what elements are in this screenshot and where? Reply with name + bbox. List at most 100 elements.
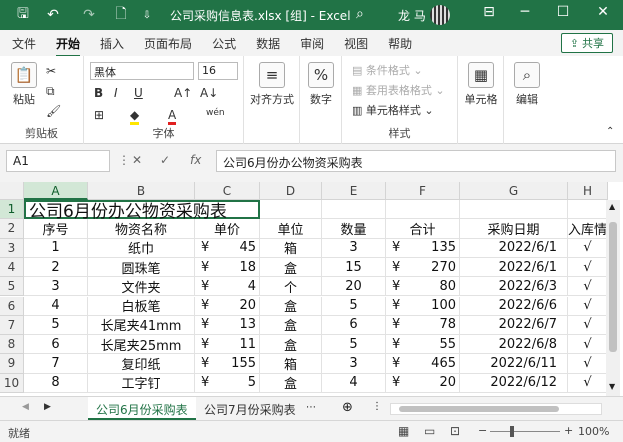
number-format-button[interactable]: % 数字 bbox=[304, 62, 338, 107]
share-button[interactable]: ⇪ 共享 bbox=[560, 33, 613, 53]
select-all-corner[interactable] bbox=[0, 182, 24, 200]
customize-toolbar-icon[interactable]: ⇩ bbox=[136, 4, 158, 26]
table-cell[interactable]: ¥5 bbox=[195, 373, 260, 393]
sheet-more-icon[interactable]: ⋯ bbox=[306, 402, 316, 413]
italic-button[interactable]: I bbox=[114, 86, 118, 100]
table-cell[interactable]: √ bbox=[568, 296, 608, 316]
column-title-cell[interactable]: 合计 bbox=[386, 219, 460, 239]
paste-button[interactable]: 📋 粘贴 bbox=[8, 62, 40, 107]
restore-icon[interactable]: ☐ bbox=[548, 4, 578, 20]
table-cell[interactable]: 纸巾 bbox=[88, 238, 195, 258]
zoom-level[interactable]: 100% bbox=[578, 425, 609, 438]
underline-button[interactable]: U bbox=[134, 86, 143, 100]
table-cell[interactable]: 5 bbox=[322, 335, 386, 355]
table-cell[interactable]: ¥18 bbox=[195, 257, 260, 278]
table-cell[interactable]: 15 bbox=[322, 257, 386, 278]
table-cell[interactable]: 2022/6/11 bbox=[460, 354, 568, 374]
table-cell[interactable]: √ bbox=[568, 257, 608, 278]
page-layout-view-icon[interactable]: ▭ bbox=[424, 424, 435, 438]
sheet-prev-icon[interactable]: ◀ bbox=[22, 402, 29, 412]
table-cell[interactable]: 2022/6/1 bbox=[460, 238, 568, 258]
scroll-up-icon[interactable]: ▲ bbox=[609, 202, 615, 211]
row-header-2[interactable]: 2 bbox=[0, 219, 24, 239]
tab-data[interactable]: 数据 bbox=[256, 35, 280, 52]
align-button[interactable]: ≡ 对齐方式 bbox=[246, 62, 298, 107]
column-header-f[interactable]: F bbox=[386, 182, 460, 200]
table-cell[interactable]: 2 bbox=[24, 257, 88, 278]
table-cell[interactable]: 盒 bbox=[260, 315, 322, 336]
table-cell[interactable]: ¥45 bbox=[195, 238, 260, 258]
table-cell[interactable]: ¥11 bbox=[195, 335, 260, 355]
table-cell[interactable]: 个 bbox=[260, 277, 322, 297]
table-cell[interactable]: √ bbox=[568, 277, 608, 297]
format-painter-icon[interactable]: 🖌 bbox=[46, 104, 61, 118]
cells-button[interactable]: ▦ 单元格 bbox=[462, 62, 500, 107]
table-cell[interactable]: √ bbox=[568, 373, 608, 393]
enter-icon[interactable]: ✓ bbox=[160, 153, 170, 167]
column-title-cell[interactable]: 单价 bbox=[195, 219, 260, 239]
column-header-e[interactable]: E bbox=[322, 182, 386, 200]
collapse-ribbon-icon[interactable]: ⌃ bbox=[606, 126, 614, 137]
column-title-cell[interactable]: 数量 bbox=[322, 219, 386, 239]
formula-input[interactable]: 公司6月份办公物资采购表 bbox=[216, 150, 616, 172]
table-cell[interactable]: 3 bbox=[322, 238, 386, 258]
save-icon[interactable]: 🖫 bbox=[12, 4, 34, 26]
table-cell[interactable]: 8 bbox=[24, 373, 88, 393]
vertical-scroll-thumb[interactable] bbox=[609, 222, 617, 352]
worksheet-grid[interactable]: A B C D E F G H 1 2 3 4 5 6 7 8 9 10 公司6月份办公物资采购表 序号 物资名称 单价单… bbox=[0, 182, 623, 396]
row-header-5[interactable]: 5 bbox=[0, 277, 24, 297]
table-cell[interactable] bbox=[460, 200, 568, 220]
table-cell[interactable]: 3 bbox=[24, 277, 88, 297]
table-cell[interactable] bbox=[568, 200, 608, 220]
table-cell[interactable]: ¥4 bbox=[195, 277, 260, 297]
table-cell[interactable]: 白板笔 bbox=[88, 296, 195, 316]
cell-styles-button[interactable]: ▥ 单元格样式 ⌄ bbox=[352, 102, 434, 118]
minimize-icon[interactable]: ─ bbox=[510, 4, 540, 20]
name-box[interactable]: A1 bbox=[6, 150, 110, 172]
table-cell[interactable]: 盒 bbox=[260, 257, 322, 278]
normal-view-icon[interactable]: ▦ bbox=[398, 424, 409, 438]
conditional-format-button[interactable]: ▤ 条件格式 ⌄ bbox=[352, 62, 423, 78]
row-header-4[interactable]: 4 bbox=[0, 257, 24, 278]
table-cell[interactable] bbox=[386, 200, 460, 220]
table-cell[interactable] bbox=[260, 200, 322, 220]
table-cell[interactable]: 盒 bbox=[260, 373, 322, 393]
edit-button[interactable]: ⌕ 编辑 bbox=[508, 62, 546, 107]
horizontal-scrollbar[interactable] bbox=[390, 403, 602, 415]
tab-page-layout[interactable]: 页面布局 bbox=[144, 35, 192, 52]
table-cell[interactable]: √ bbox=[568, 315, 608, 336]
table-cell[interactable]: 箱 bbox=[260, 354, 322, 374]
row-header-7[interactable]: 7 bbox=[0, 315, 24, 336]
table-cell[interactable]: 4 bbox=[24, 296, 88, 316]
table-cell[interactable]: 20 bbox=[322, 277, 386, 297]
sheet-tab-july[interactable]: 公司7月份采购表 bbox=[196, 397, 304, 420]
table-cell[interactable]: 复印纸 bbox=[88, 354, 195, 374]
table-cell[interactable]: 文件夹 bbox=[88, 277, 195, 297]
zoom-slider-knob[interactable] bbox=[510, 426, 514, 437]
table-cell[interactable]: 2022/6/1 bbox=[460, 257, 568, 278]
fx-icon[interactable]: fx bbox=[190, 153, 201, 167]
sheet-title-cell[interactable]: 公司6月份办公物资采购表 bbox=[24, 200, 260, 222]
ribbon-display-icon[interactable]: ⊟ bbox=[474, 4, 504, 20]
table-cell[interactable]: 2022/6/3 bbox=[460, 277, 568, 297]
table-cell[interactable]: 长尾夹41mm bbox=[88, 315, 195, 336]
table-cell[interactable]: ¥100 bbox=[386, 296, 460, 316]
table-cell[interactable]: 2022/6/12 bbox=[460, 373, 568, 393]
table-cell[interactable]: √ bbox=[568, 335, 608, 355]
cut-icon[interactable]: ✂ bbox=[46, 64, 56, 78]
table-cell[interactable]: ¥155 bbox=[195, 354, 260, 374]
tab-home[interactable]: 开始 bbox=[56, 35, 81, 57]
copy-icon[interactable]: ⧉ bbox=[46, 84, 55, 99]
table-cell[interactable]: 盒 bbox=[260, 335, 322, 355]
column-header-d[interactable]: D bbox=[260, 182, 322, 200]
sheet-tab-june[interactable]: 公司6月份采购表 bbox=[88, 397, 196, 420]
horizontal-scroll-thumb[interactable] bbox=[399, 406, 559, 412]
row-header-1[interactable]: 1 bbox=[0, 200, 24, 220]
column-title-cell[interactable]: 采购日期 bbox=[460, 219, 568, 239]
undo-icon[interactable]: ↶ bbox=[42, 4, 64, 26]
row-header-8[interactable]: 8 bbox=[0, 335, 24, 355]
column-header-g[interactable]: G bbox=[460, 182, 568, 200]
column-title-cell[interactable]: 序号 bbox=[24, 219, 88, 239]
table-cell[interactable]: 1 bbox=[24, 238, 88, 258]
format-as-table-button[interactable]: ▦ 套用表格格式 ⌄ bbox=[352, 82, 445, 98]
